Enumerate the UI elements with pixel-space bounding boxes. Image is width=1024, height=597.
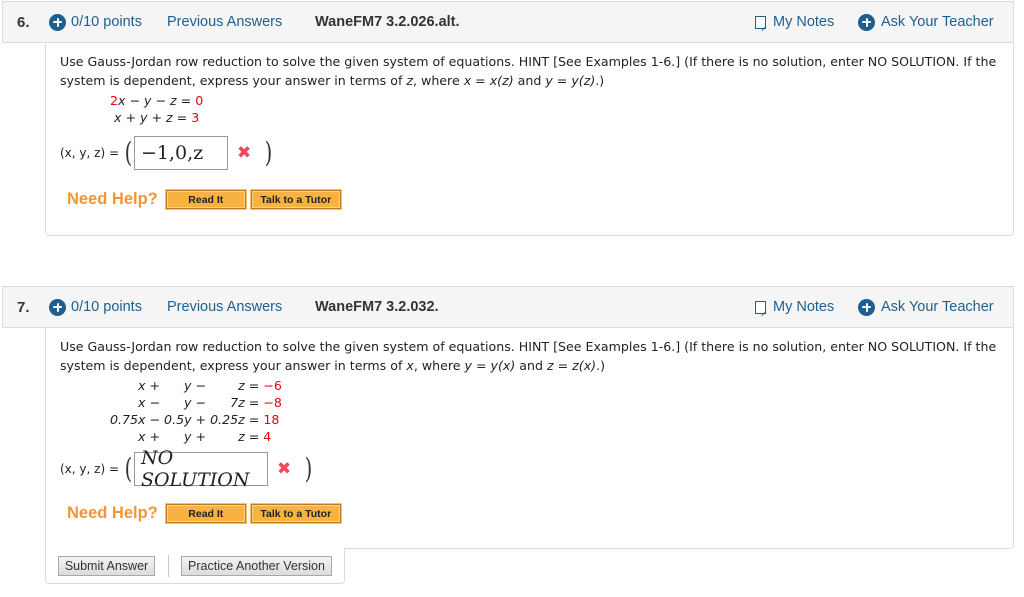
prompt-line-2: system is dependent, express your answer… — [60, 73, 605, 88]
question-prompt: Use Gauss-Jordan row reduction to solve … — [60, 337, 1005, 375]
prompt-line-1: Use Gauss-Jordan row reduction to solve … — [60, 339, 997, 354]
my-notes-label: My Notes — [773, 14, 835, 30]
question-6-header: 6. 0/10 points Previous Answers WaneFM7 … — [2, 1, 1014, 43]
talk-to-tutor-button[interactable]: Talk to a Tutor — [249, 189, 342, 210]
question-number: 7. — [17, 298, 30, 316]
incorrect-icon: ✖ — [236, 143, 252, 163]
equation-row: x + y − z = −6 — [110, 378, 282, 393]
open-paren: ( — [124, 136, 133, 169]
ask-teacher-link[interactable]: Ask Your Teacher — [858, 13, 994, 31]
points-label: 0/10 points — [71, 299, 142, 315]
notes-icon — [755, 300, 766, 314]
previous-answers-link[interactable]: Previous Answers — [167, 299, 282, 315]
equation-row: 2x − y − z = 0 — [110, 93, 204, 108]
my-notes-link[interactable]: My Notes — [755, 299, 834, 315]
button-divider — [168, 555, 169, 577]
need-help-label: Need Help? — [67, 190, 158, 208]
equation-row: x − y − 7z = −8 — [110, 395, 282, 410]
read-it-button[interactable]: Read It — [164, 503, 247, 524]
answer-label: (x, y, z) = — [60, 146, 119, 160]
prompt-line-1: Use Gauss-Jordan row reduction to solve … — [60, 54, 997, 69]
notes-icon — [755, 15, 766, 29]
answer-input[interactable]: NO SOLUTION — [133, 447, 268, 491]
equation-system: 2x − y − z = 0 x + y + z = 3 — [110, 92, 203, 126]
read-it-button[interactable]: Read It — [164, 189, 247, 210]
open-paren: ( — [124, 452, 133, 485]
talk-to-tutor-button[interactable]: Talk to a Tutor — [249, 503, 342, 524]
question-6-body: Use Gauss-Jordan row reduction to solve … — [45, 43, 1014, 236]
question-prompt: Use Gauss-Jordan row reduction to solve … — [60, 52, 1005, 90]
need-help-row: Need Help? Read It Talk to a Tutor — [67, 503, 346, 524]
plus-circle-icon — [858, 13, 875, 31]
ask-teacher-label: Ask Your Teacher — [881, 299, 994, 315]
plus-circle-icon — [49, 298, 66, 316]
points-toggle[interactable]: 0/10 points — [49, 13, 142, 31]
need-help-row: Need Help? Read It Talk to a Tutor — [67, 189, 346, 210]
equation-row: x + y + z = 3 — [110, 110, 200, 125]
assignment-id: WaneFM7 3.2.026.alt. — [315, 14, 460, 30]
points-toggle[interactable]: 0/10 points — [49, 298, 142, 316]
answer-row: (x, y, z) = ( NO SOLUTION ✖ ) — [60, 447, 314, 491]
equation-row: 0.75x − 0.5y + 0.25z = 18 — [110, 412, 280, 427]
practice-another-version-button[interactable]: Practice Another Version — [181, 556, 332, 576]
points-label: 0/10 points — [71, 14, 142, 30]
answer-input[interactable]: −1,0,z — [133, 136, 228, 170]
equation-system: x + y − z = −6 x − y − 7z = −8 0.75x − 0… — [110, 377, 282, 445]
question-7-body: Use Gauss-Jordan row reduction to solve … — [45, 328, 1014, 549]
question-number: 6. — [17, 13, 30, 31]
assignment-id: WaneFM7 3.2.032. — [315, 299, 439, 315]
plus-circle-icon — [49, 13, 66, 31]
incorrect-icon: ✖ — [276, 459, 292, 479]
need-help-label: Need Help? — [67, 504, 158, 522]
close-paren: ) — [304, 452, 313, 485]
equation-row: x + y + z = 4 — [110, 429, 272, 444]
ask-teacher-label: Ask Your Teacher — [881, 14, 994, 30]
submit-answer-button[interactable]: Submit Answer — [58, 556, 155, 576]
my-notes-label: My Notes — [773, 299, 835, 315]
answer-row: (x, y, z) = ( −1,0,z ✖ ) — [60, 136, 274, 170]
ask-teacher-link[interactable]: Ask Your Teacher — [858, 298, 994, 316]
close-paren: ) — [264, 136, 273, 169]
plus-circle-icon — [858, 298, 875, 316]
previous-answers-link[interactable]: Previous Answers — [167, 14, 282, 30]
question-7-header: 7. 0/10 points Previous Answers WaneFM7 … — [2, 286, 1014, 328]
answer-label: (x, y, z) = — [60, 462, 119, 476]
my-notes-link[interactable]: My Notes — [755, 14, 834, 30]
prompt-line-2: system is dependent, express your answer… — [60, 358, 605, 373]
